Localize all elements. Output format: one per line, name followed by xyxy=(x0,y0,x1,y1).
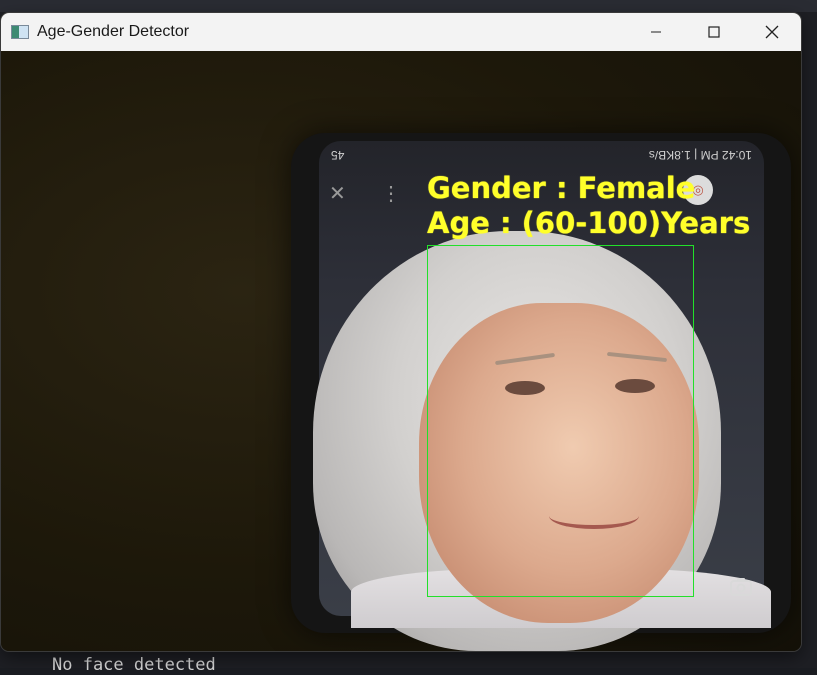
phone-close-icon: ✕ xyxy=(329,183,346,205)
close-icon xyxy=(765,25,779,39)
phone-more-icon: ⋮ xyxy=(381,183,401,205)
maximize-icon xyxy=(708,26,720,38)
phone-status-text: 10:42 PM | 1.8KB/s xyxy=(648,148,752,162)
minimize-button[interactable] xyxy=(627,13,685,51)
camera-switch-icon xyxy=(725,571,757,603)
window-title: Age-Gender Detector xyxy=(37,23,190,40)
app-window: Age-Gender Detector 10:42 PM | 1.8KB/s 4… xyxy=(1,13,801,651)
app-icon xyxy=(11,25,29,39)
age-label: Age : (60-100)Years xyxy=(427,206,751,240)
maximize-button[interactable] xyxy=(685,13,743,51)
phone-status-bar: 10:42 PM | 1.8KB/s 45 xyxy=(319,141,764,169)
window-controls xyxy=(627,13,801,51)
camera-frame: 10:42 PM | 1.8KB/s 45 ✕ ⋮ ◎ Gender : Fem… xyxy=(1,51,801,651)
title-bar[interactable]: Age-Gender Detector xyxy=(1,13,801,51)
face-bounding-box xyxy=(427,245,694,597)
minimize-icon xyxy=(651,31,661,33)
gender-label: Gender : Female xyxy=(427,171,696,205)
phone-battery: 45 xyxy=(331,148,345,162)
terminal-top-strip xyxy=(0,0,817,12)
close-button[interactable] xyxy=(743,13,801,51)
terminal-line: No face detected xyxy=(52,655,216,675)
